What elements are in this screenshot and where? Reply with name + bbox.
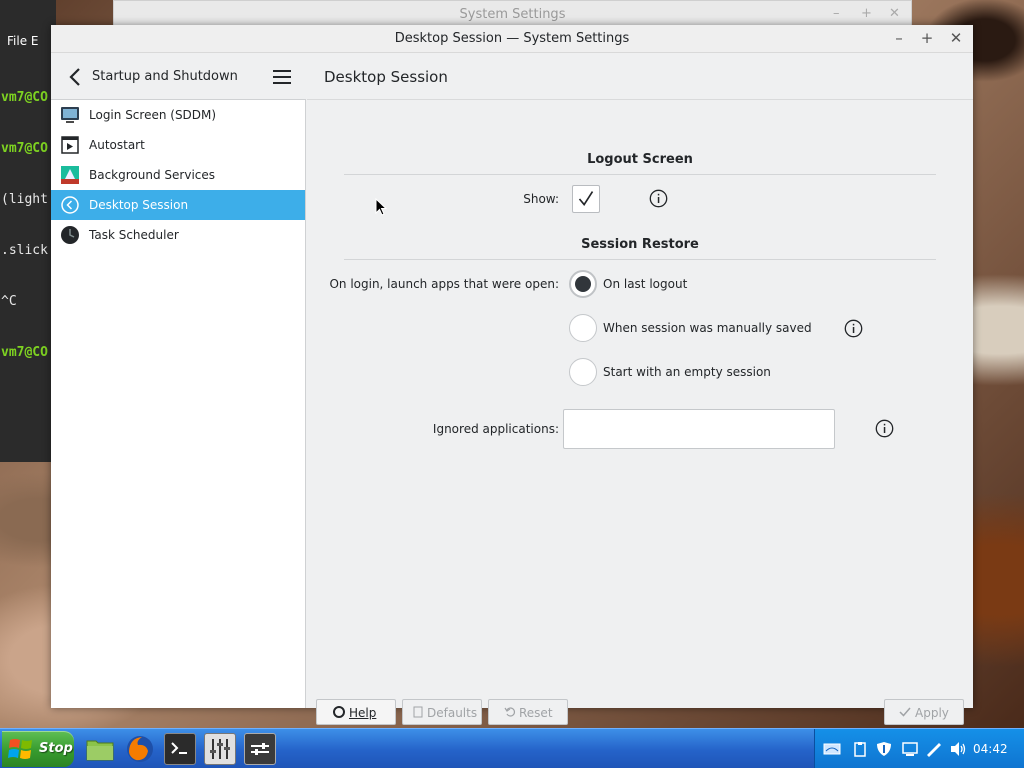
background-window[interactable]: System Settings – + ✕: [113, 0, 912, 28]
taskbar-mixer[interactable]: [204, 733, 236, 765]
terminal-line: vm7@CO: [1, 90, 48, 105]
firefox-icon: [127, 736, 153, 762]
apply-button[interactable]: Apply: [884, 699, 964, 725]
services-icon: [61, 166, 79, 184]
system-tray: 04:42: [814, 729, 1024, 768]
taskbar-settings[interactable]: [244, 733, 276, 765]
start-button[interactable]: Stop: [2, 731, 74, 767]
ignored-apps-input[interactable]: [563, 409, 835, 449]
show-label: Show:: [523, 192, 559, 206]
ignored-apps-label: Ignored applications:: [432, 422, 559, 436]
defaults-button-label: Defaults: [427, 706, 478, 720]
help-icon: [333, 706, 345, 718]
sidebar-item-background-services[interactable]: Background Services: [51, 160, 305, 190]
settings-icon: [251, 743, 269, 755]
content-header: Desktop Session: [307, 53, 973, 100]
mouse-cursor-icon: [375, 198, 387, 216]
radio-label[interactable]: On last logout: [603, 277, 687, 291]
sidebar-item-label: Login Screen (SDDM): [89, 108, 217, 122]
close-icon[interactable]: ✕: [889, 6, 900, 21]
defaults-button[interactable]: Defaults: [402, 699, 482, 725]
shield-icon[interactable]: [875, 741, 893, 757]
terminal-line: .slick: [1, 243, 48, 258]
info-icon[interactable]: [844, 319, 863, 338]
document-icon: [413, 706, 423, 718]
minimize-button[interactable]: –: [889, 28, 909, 48]
taskbar-file-manager[interactable]: [84, 733, 116, 765]
terminal-line: ^C: [1, 294, 17, 309]
start-label: Stop: [39, 741, 73, 756]
hamburger-menu-icon[interactable]: [271, 67, 293, 87]
sidebar-header: Startup and Shutdown: [51, 53, 306, 100]
apply-button-label: Apply: [915, 706, 949, 720]
network-drive-icon[interactable]: [823, 741, 841, 757]
sidebar-item-label: Background Services: [89, 168, 216, 182]
system-settings-window: Desktop Session — System Settings – + ✕ …: [51, 25, 973, 725]
info-icon[interactable]: [649, 189, 668, 208]
sidebar-title: Startup and Shutdown: [92, 69, 238, 84]
sidebar-item-label: Task Scheduler: [89, 228, 179, 242]
radio-manually-saved[interactable]: [569, 314, 597, 342]
windows-logo-icon: [8, 739, 32, 759]
file-manager-icon: [86, 740, 114, 761]
terminal-line: (light: [1, 192, 48, 207]
window-title: Desktop Session — System Settings: [394, 31, 630, 46]
check-icon: [899, 707, 911, 717]
logout-section-title: Logout Screen: [587, 152, 693, 167]
sidebar-item-task-scheduler[interactable]: Task Scheduler: [51, 220, 305, 250]
radio-on-last-logout[interactable]: [569, 270, 597, 298]
close-button[interactable]: ✕: [946, 28, 966, 48]
taskbar-firefox[interactable]: [124, 733, 156, 765]
terminal-window[interactable]: File E vm7@CO vm7@CO (light .slick ^C vm…: [0, 0, 56, 462]
clock[interactable]: 04:42: [973, 742, 1008, 756]
sidebar: Startup and Shutdown Login Screen (SDDM): [51, 53, 306, 708]
reset-button-label: Reset: [519, 706, 553, 720]
terminal-line: vm7@CO: [1, 141, 48, 156]
reset-button[interactable]: Reset: [488, 699, 568, 725]
divider: [344, 174, 936, 175]
display-icon[interactable]: [901, 741, 919, 757]
help-button[interactable]: Help: [316, 699, 396, 725]
terminal-icon: [171, 742, 187, 754]
restore-section-title: Session Restore: [581, 237, 699, 252]
autostart-icon: [61, 136, 79, 154]
info-icon[interactable]: [875, 419, 894, 438]
sidebar-list: Login Screen (SDDM) Autostart Background…: [51, 100, 305, 250]
checkmark-icon: [578, 191, 594, 206]
taskbar: Stop 04:42: [0, 728, 1024, 768]
terminal-output: vm7@CO vm7@CO (light .slick ^C vm7@CO: [1, 55, 48, 395]
clock-icon: [61, 226, 79, 244]
monitor-icon: [61, 107, 79, 123]
taskbar-terminal[interactable]: [164, 733, 196, 765]
volume-icon[interactable]: [949, 741, 967, 757]
divider: [344, 259, 936, 260]
sidebar-item-label: Autostart: [89, 138, 145, 152]
undo-icon: [504, 707, 515, 717]
session-icon: [61, 196, 79, 214]
radio-empty-session[interactable]: [569, 358, 597, 386]
terminal-line: vm7@CO: [1, 345, 48, 360]
page-title: Desktop Session: [324, 68, 448, 86]
back-arrow-icon[interactable]: [65, 66, 87, 88]
radio-label[interactable]: When session was manually saved: [603, 321, 812, 335]
sidebar-item-autostart[interactable]: Autostart: [51, 130, 305, 160]
radio-label[interactable]: Start with an empty session: [603, 365, 771, 379]
minimize-icon[interactable]: –: [833, 6, 840, 21]
show-logout-checkbox[interactable]: [572, 185, 600, 213]
sidebar-item-login-screen[interactable]: Login Screen (SDDM): [51, 100, 305, 130]
content-area: Desktop Session Logout Screen Show: Sess…: [307, 53, 973, 725]
sidebar-item-desktop-session[interactable]: Desktop Session: [51, 190, 305, 220]
maximize-button[interactable]: +: [917, 28, 937, 48]
title-bar[interactable]: Desktop Session — System Settings – + ✕: [51, 25, 973, 53]
clipboard-icon[interactable]: [851, 741, 869, 757]
maximize-icon[interactable]: +: [861, 6, 872, 21]
help-button-label: Help: [349, 706, 377, 720]
launch-apps-label: On login, launch apps that were open:: [329, 277, 559, 291]
sidebar-item-label: Desktop Session: [89, 198, 189, 212]
pen-icon[interactable]: [925, 741, 943, 757]
mixer-icon: [210, 739, 230, 759]
terminal-menu[interactable]: File E: [7, 34, 38, 48]
background-window-title: System Settings: [459, 7, 566, 22]
